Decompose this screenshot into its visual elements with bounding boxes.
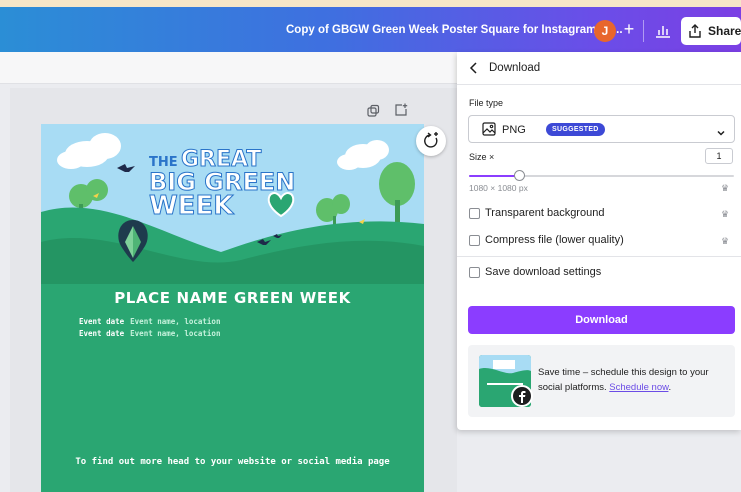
share-label: Share — [708, 24, 741, 38]
poster-footer-text: To find out more head to your website or… — [75, 457, 390, 467]
compress-file-label: Compress file (lower quality) — [485, 234, 624, 246]
schedule-now-link[interactable]: Schedule now — [609, 382, 668, 393]
duplicate-page-icon[interactable] — [366, 104, 380, 123]
add-collaborator-button[interactable]: + — [620, 19, 638, 40]
file-type-value: PNG — [502, 124, 526, 136]
event-row: Event date Event name, location — [79, 317, 220, 326]
insights-button[interactable] — [650, 18, 676, 44]
bar-chart-icon — [656, 26, 670, 38]
dimensions-text: 1080 × 1080 px — [469, 183, 528, 193]
event-name-value: Event name, location — [130, 317, 221, 326]
download-panel: Download File type PNG SUGGESTED Size × … — [457, 52, 741, 430]
size-label: Size × — [469, 152, 495, 162]
compress-file-checkbox[interactable] — [469, 235, 480, 246]
share-button[interactable]: Share — [681, 17, 741, 45]
download-button[interactable]: Download — [468, 306, 735, 334]
event-row: Event date Event name, location — [79, 329, 220, 338]
crown-icon: ♛ — [721, 183, 730, 193]
svg-text:WEEK: WEEK — [149, 191, 234, 221]
promo-text: Save time – schedule this design to your… — [538, 365, 728, 395]
place-name-heading: PLACE NAME GREEN WEEK — [114, 289, 351, 307]
save-settings-checkbox[interactable] — [469, 267, 480, 278]
promo-tail: . — [668, 382, 672, 393]
add-page-icon[interactable] — [394, 103, 408, 122]
top-strip — [0, 0, 741, 7]
transparent-background-checkbox[interactable] — [469, 208, 480, 219]
panel-header: Download — [457, 52, 741, 85]
file-type-label: File type — [469, 98, 504, 108]
chevron-left-icon[interactable] — [467, 61, 481, 80]
document-title[interactable]: Copy of GBGW Green Week Poster Square fo… — [286, 24, 623, 36]
top-bar: Copy of GBGW Green Week Poster Square fo… — [0, 0, 741, 52]
panel-title: Download — [489, 62, 541, 74]
share-upload-icon — [689, 24, 701, 38]
crown-icon: ♛ — [721, 209, 730, 219]
size-slider[interactable] — [469, 170, 734, 181]
poster-illustration: THE GREAT BIG GREEN WEEK — [41, 124, 424, 492]
event-date-label: Event date — [79, 317, 125, 326]
chevron-down-icon — [716, 125, 726, 143]
file-type-select[interactable]: PNG SUGGESTED — [468, 115, 735, 143]
facebook-icon — [511, 385, 533, 407]
user-avatar[interactable]: J — [594, 20, 616, 42]
crown-icon: ♛ — [721, 236, 730, 246]
size-input[interactable]: 1 — [705, 148, 733, 164]
refresh-sparkle-icon — [424, 132, 438, 148]
size-slider-fill — [469, 175, 520, 177]
divider — [643, 20, 644, 42]
transparent-background-label: Transparent background — [485, 207, 605, 219]
poster-design[interactable]: THE GREAT BIG GREEN WEEK PLACE NAME GREE… — [41, 124, 424, 492]
image-icon — [482, 122, 496, 141]
save-settings-label: Save download settings — [485, 266, 602, 278]
schedule-promo: Save time – schedule this design to your… — [468, 345, 735, 417]
event-name-value: Event name, location — [130, 329, 221, 338]
divider — [457, 256, 741, 257]
magic-switch-button[interactable] — [416, 126, 446, 156]
event-date-label: Event date — [79, 329, 125, 338]
size-slider-handle[interactable] — [514, 170, 526, 181]
suggested-badge: SUGGESTED — [546, 123, 605, 136]
